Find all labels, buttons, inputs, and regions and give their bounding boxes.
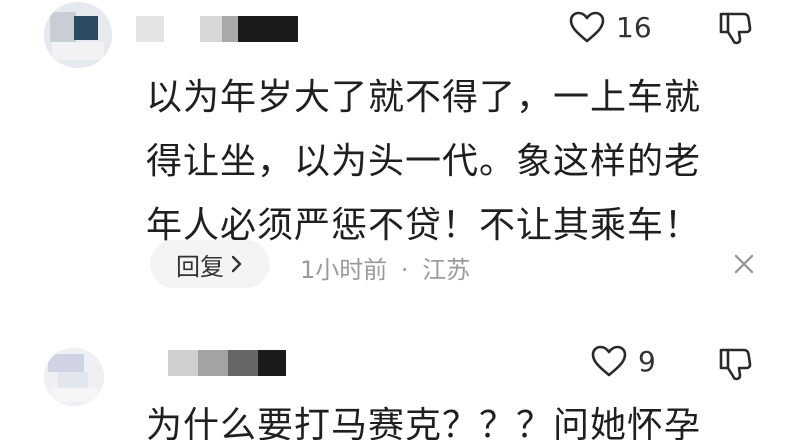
like-count: 16 [616, 10, 652, 44]
comment-text: 以为年岁大了就不得了，一上车就 得让坐，以为头一代。象这样的老 年人必须严惩不贷… [146, 77, 702, 246]
comment-text: 为什么要打马赛克？？？问她怀孕 [146, 405, 702, 440]
username-mosaic[interactable] [168, 350, 286, 376]
comment-item: 16 以为年岁大了就不得了，一上车就 得让坐，以为头一代。象这样的老 年人必须严… [0, 0, 800, 300]
avatar[interactable] [44, 2, 112, 68]
like-group[interactable]: 9 [590, 344, 656, 378]
thumb-down-icon[interactable] [718, 346, 752, 382]
reply-button[interactable]: 回复 [150, 240, 270, 288]
meta-separator: · [400, 256, 409, 284]
close-icon[interactable] [730, 250, 758, 278]
heart-outline-icon[interactable] [568, 10, 606, 44]
chevron-right-icon [231, 255, 242, 273]
thumb-down-icon[interactable] [718, 10, 752, 46]
heart-outline-icon[interactable] [590, 344, 628, 378]
like-count: 9 [638, 344, 656, 378]
avatar[interactable] [44, 348, 104, 406]
comment-time: 1小时前 [300, 256, 388, 284]
comment-meta: 1小时前 · 江苏 [300, 250, 470, 285]
like-group[interactable]: 16 [568, 10, 652, 44]
comment-location: 江苏 [422, 256, 471, 284]
comment-item: 9 为什么要打马赛克？？？问她怀孕 [0, 330, 800, 440]
comment-feed: 16 以为年岁大了就不得了，一上车就 得让坐，以为头一代。象这样的老 年人必须严… [0, 0, 800, 440]
username-mosaic[interactable] [136, 16, 298, 42]
